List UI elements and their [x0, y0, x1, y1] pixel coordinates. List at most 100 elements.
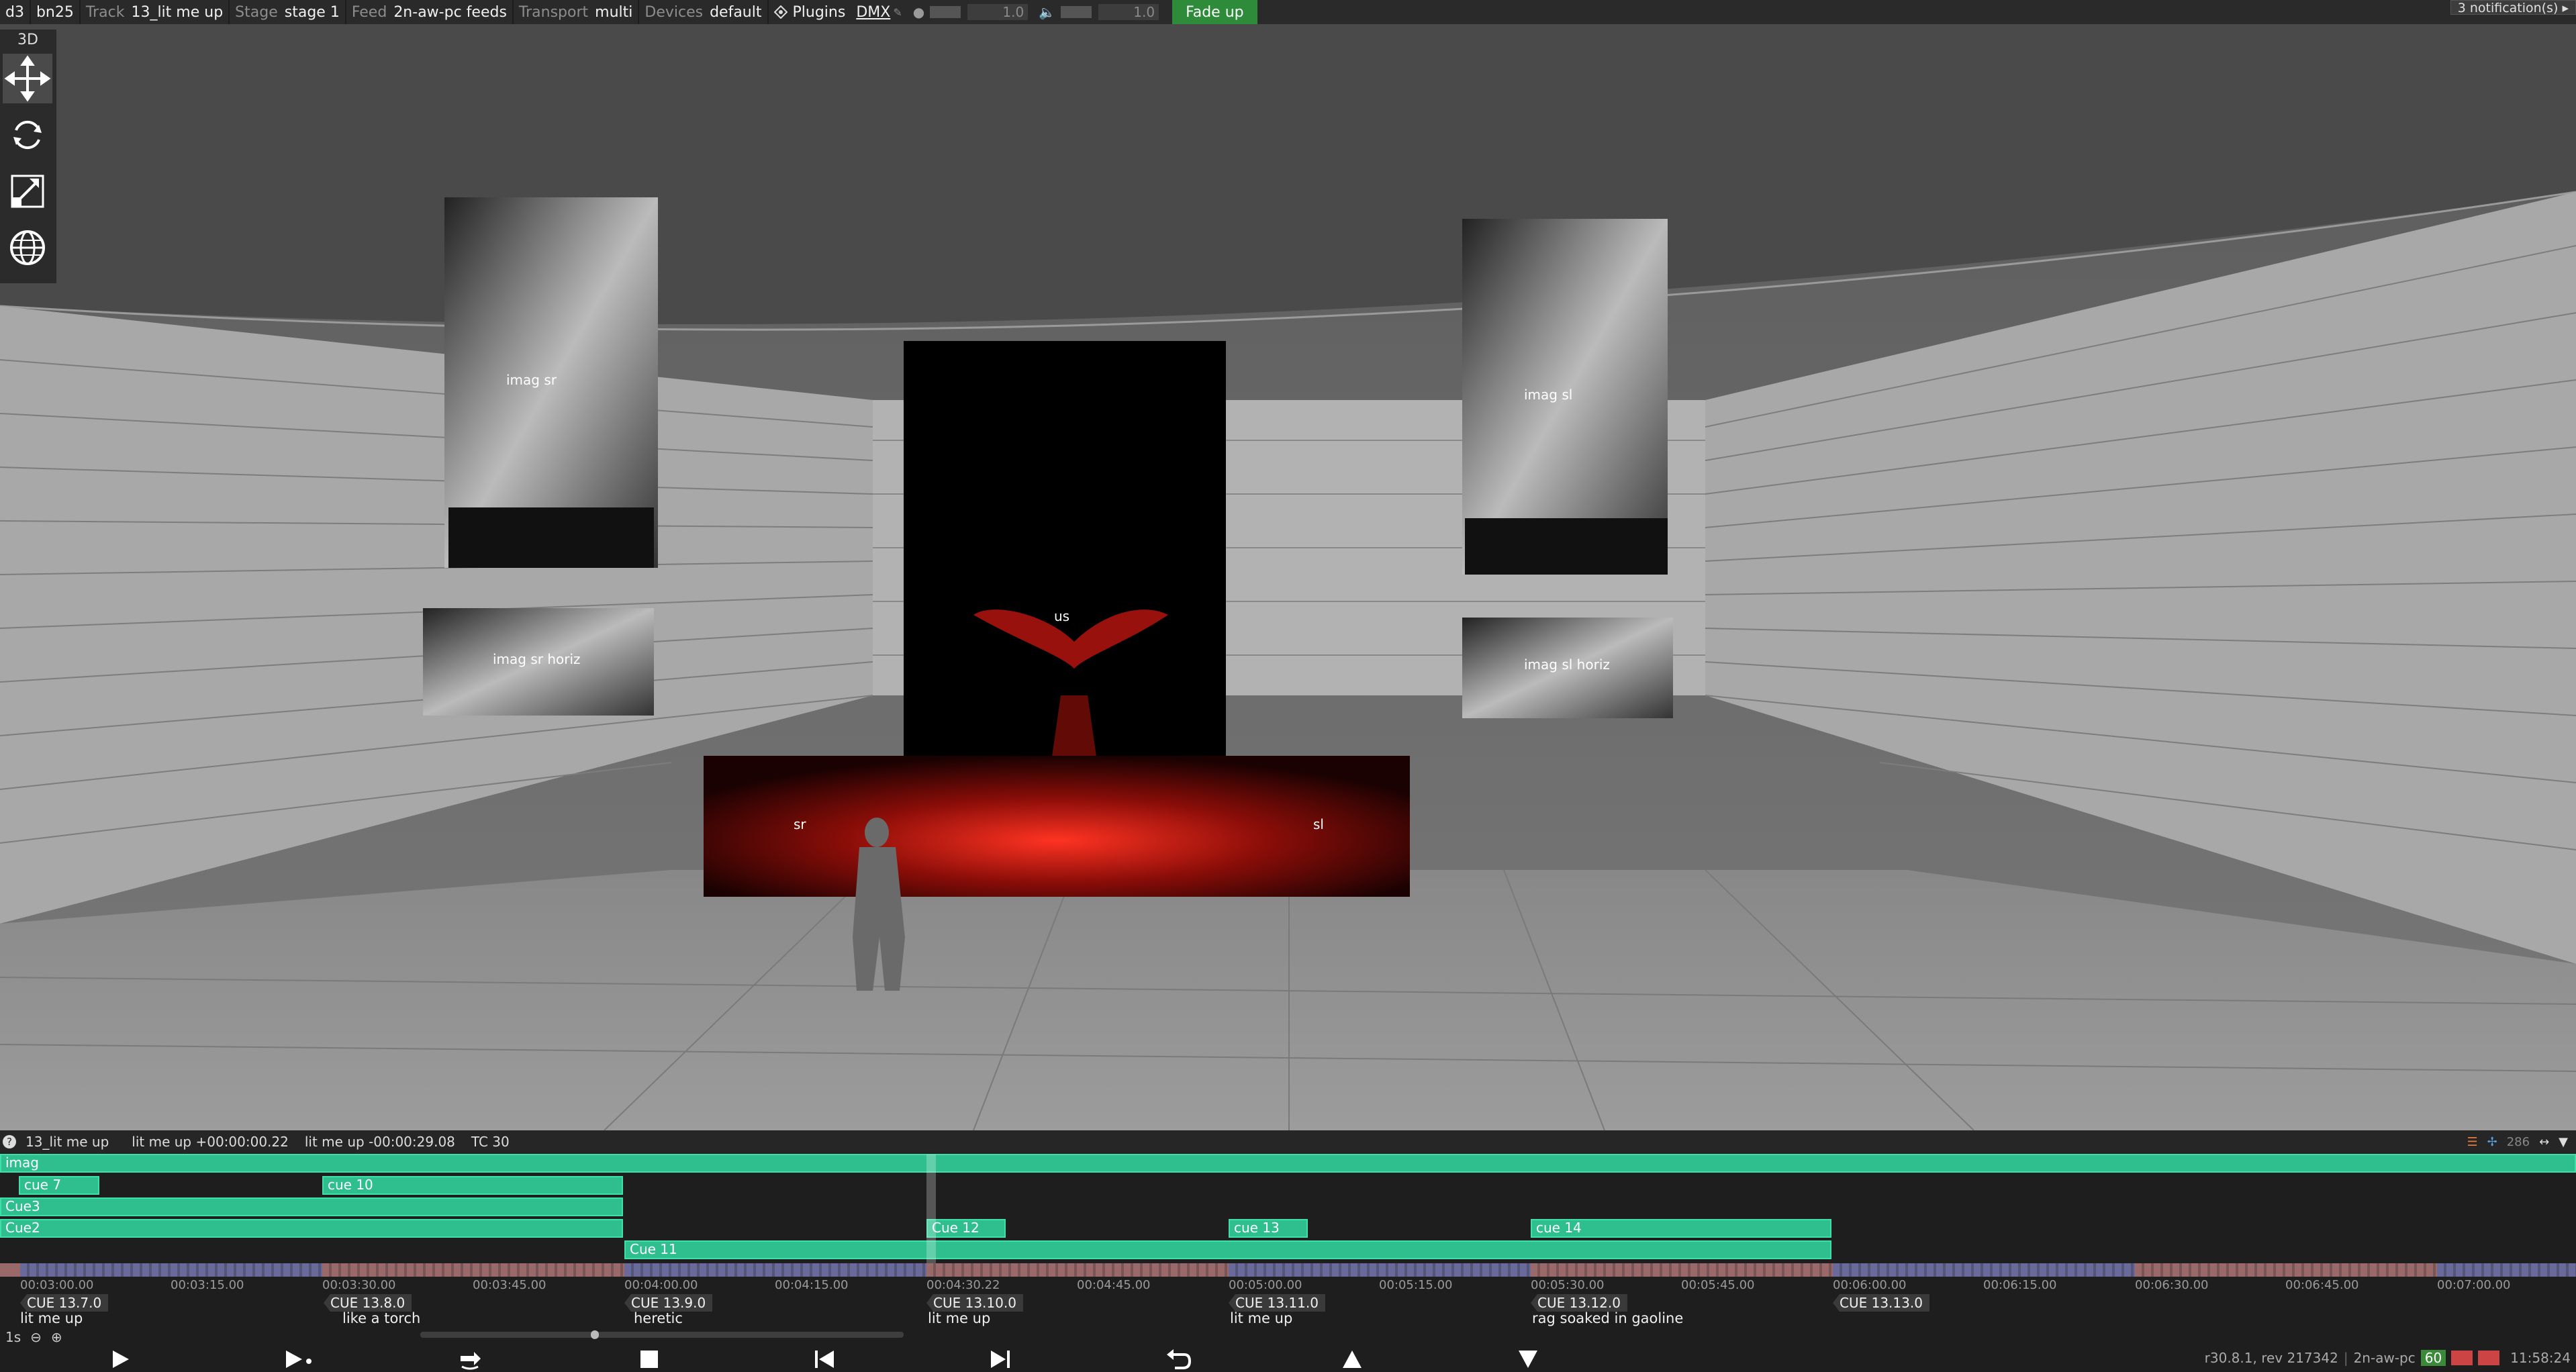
tick-label: 00:03:45.00	[473, 1278, 546, 1292]
track-label: Track	[85, 3, 125, 21]
layer-cue2[interactable]: Cue2	[0, 1219, 623, 1238]
tick-label: 00:03:15.00	[171, 1278, 244, 1292]
volume-slider[interactable]	[1061, 6, 1092, 18]
layer-cue-13[interactable]: cue 13	[1229, 1219, 1308, 1238]
brightness-value[interactable]: 1.0	[967, 4, 1029, 20]
feed-value: 2n-aw-pc feeds	[393, 3, 507, 21]
layer-cue3[interactable]: Cue3	[0, 1197, 623, 1216]
rotate-tool-button[interactable]	[3, 110, 52, 160]
timeline-ruler[interactable]	[0, 1263, 2576, 1277]
move-down-button[interactable]	[1513, 1346, 1543, 1372]
axis-icon[interactable]: ✢	[2487, 1135, 2497, 1149]
previous-section-button[interactable]	[810, 1346, 839, 1372]
timeline-remaining: lit me up -00:00:29.08	[304, 1134, 455, 1150]
devices-value: default	[710, 3, 762, 21]
notifications-label: 3 notification(s)	[2457, 1, 2559, 15]
fade-up-button[interactable]: Fade up	[1172, 0, 1257, 24]
scale-tool-button[interactable]	[3, 166, 52, 216]
cue-name: lit me up	[1230, 1310, 1293, 1326]
screen-label-imag-sl: imag sl	[1524, 387, 1573, 403]
layer-cue-12[interactable]: Cue 12	[926, 1219, 1006, 1238]
transport-value: multi	[595, 3, 633, 21]
track-value: 13_lit me up	[131, 3, 224, 21]
layer-imag[interactable]: imag	[0, 1154, 2576, 1173]
screen-label-imag-sl-horiz: imag sl horiz	[1524, 656, 1610, 673]
feed-label: Feed	[351, 3, 387, 21]
play-to-end-button[interactable]	[279, 1346, 320, 1372]
globe-icon	[10, 230, 45, 265]
move-icon	[4, 55, 51, 102]
status-bar: r30.8.1, rev 217342 | 2n-aw-pc 60 11:58:…	[2205, 1349, 2571, 1367]
volume-control[interactable]: 🔈 1.0	[1033, 0, 1164, 24]
fps-badge: 60	[2420, 1350, 2446, 1366]
app-menu[interactable]: d3	[0, 0, 30, 24]
brightness-control[interactable]: ● 1.0	[908, 0, 1033, 24]
pencil-icon: ✎	[893, 5, 902, 19]
world-space-button[interactable]	[3, 223, 52, 273]
dropdown-icon[interactable]: ▼	[2559, 1135, 2568, 1149]
timeline-scroll-thumb[interactable]	[591, 1330, 599, 1339]
cue-marker[interactable]: CUE 13.11.0	[1229, 1294, 1325, 1312]
layer-cue-7[interactable]: cue 7	[19, 1176, 99, 1195]
play-button[interactable]	[105, 1346, 134, 1372]
track-menu[interactable]: Track 13_lit me up	[81, 0, 228, 24]
menu-bar: d3 bn25 Track 13_lit me up Stage stage 1 F…	[0, 0, 2576, 24]
return-button[interactable]	[1163, 1346, 1192, 1372]
devices-menu[interactable]: Devices default	[639, 0, 767, 24]
layer-cue-11[interactable]: Cue 11	[624, 1240, 1831, 1259]
next-section-button[interactable]	[986, 1346, 1015, 1372]
cue-marker[interactable]: CUE 13.8.0	[324, 1294, 412, 1312]
playhead[interactable]	[926, 1155, 936, 1277]
move-tool-button[interactable]	[3, 54, 52, 103]
cue-marker[interactable]: CUE 13.7.0	[20, 1294, 109, 1312]
notifications-button[interactable]: 3 notification(s) ▸	[2450, 0, 2576, 15]
cue-marker[interactable]: CUE 13.13.0	[1833, 1294, 1929, 1312]
loop-button[interactable]	[455, 1346, 485, 1372]
transport-menu[interactable]: Transport multi	[514, 0, 638, 24]
layers-icon[interactable]: ☰	[2467, 1135, 2477, 1149]
play-icon: ▸	[2562, 1, 2569, 15]
status-indicator	[2451, 1351, 2473, 1365]
timeline-position: lit me up +00:00:00.22	[132, 1134, 289, 1150]
zoom-in-icon[interactable]: ⊕	[51, 1329, 62, 1345]
cue-marker[interactable]: CUE 13.9.0	[624, 1294, 713, 1312]
stage-3d-scene	[0, 24, 2576, 1130]
cue-marker[interactable]: CUE 13.10.0	[926, 1294, 1023, 1312]
tick-label: 00:06:45.00	[2285, 1278, 2359, 1292]
cue-name: rag soaked in gaoline	[1532, 1310, 1684, 1326]
dmx-menu[interactable]: DMX ✎	[851, 0, 907, 24]
tick-label: 00:03:00.00	[20, 1278, 94, 1292]
timeline-zoom-value: 286	[2506, 1134, 2530, 1149]
status-indicator	[2478, 1351, 2500, 1365]
return-icon	[1167, 1349, 1192, 1369]
cue-marker[interactable]: CUE 13.12.0	[1531, 1294, 1627, 1312]
volume-value[interactable]: 1.0	[1098, 4, 1159, 20]
screen-label-sl: sl	[1313, 816, 1324, 832]
zoom-out-icon[interactable]: ⊖	[30, 1329, 42, 1345]
plugins-menu[interactable]: Plugins	[769, 0, 851, 24]
move-up-button[interactable]	[1337, 1346, 1367, 1372]
project-name: bn25	[36, 3, 74, 21]
timeline-zoom-controls: 1s ⊖ ⊕	[5, 1329, 62, 1345]
tick-label: 00:04:45.00	[1077, 1278, 1151, 1292]
stop-button[interactable]	[634, 1346, 663, 1372]
feed-menu[interactable]: Feed 2n-aw-pc feeds	[346, 0, 512, 24]
stage-viewport[interactable]: imag sr imag sl imag sr horiz imag sl ho…	[0, 24, 2576, 1130]
project-menu[interactable]: bn25	[31, 0, 79, 24]
timeline-scrollbar[interactable]	[420, 1332, 904, 1338]
stage-label: Stage	[235, 3, 278, 21]
expand-horizontal-icon[interactable]: ↔	[2539, 1135, 2549, 1149]
stop-icon	[640, 1351, 658, 1368]
app-name: d3	[5, 3, 24, 21]
layer-label: cue 10	[328, 1177, 373, 1193]
tools-title: 3D	[17, 32, 38, 48]
brightness-slider[interactable]	[930, 6, 961, 18]
plugin-icon	[773, 5, 788, 19]
machine-label: 2n-aw-pc	[2353, 1350, 2416, 1366]
layer-cue-10[interactable]: cue 10	[322, 1176, 623, 1195]
help-icon[interactable]: ?	[3, 1135, 16, 1148]
layer-cue-14[interactable]: cue 14	[1531, 1219, 1831, 1238]
play-icon	[113, 1351, 129, 1368]
stage-value: stage 1	[284, 3, 340, 21]
stage-menu[interactable]: Stage stage 1	[230, 0, 345, 24]
